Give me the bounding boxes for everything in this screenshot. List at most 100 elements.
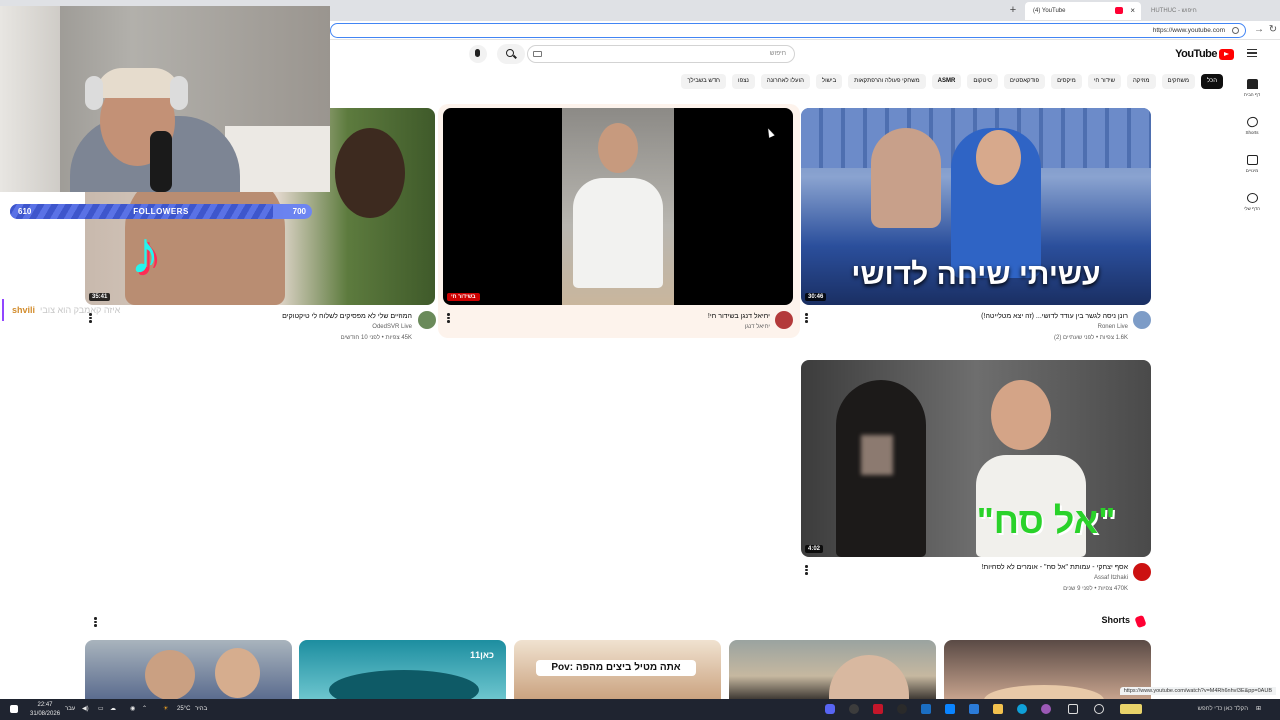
home-icon bbox=[1246, 79, 1258, 89]
app-icon[interactable] bbox=[873, 704, 883, 714]
chat-message: shvili איזה קאמבק הוא צובי bbox=[2, 299, 120, 321]
chip-sitcom[interactable]: סיטקום bbox=[967, 74, 998, 89]
chip-asmr[interactable]: ASMR bbox=[931, 74, 962, 89]
more-options-icon[interactable] bbox=[805, 313, 808, 323]
clock-date: 31/08/2026 bbox=[30, 711, 61, 717]
search-input[interactable]: חיפוש bbox=[527, 45, 795, 63]
channel-name[interactable]: Assaf Itzhaki bbox=[1094, 575, 1128, 581]
chip-watched[interactable]: נצפו bbox=[732, 74, 755, 89]
app-icon[interactable] bbox=[921, 704, 931, 714]
channel-name[interactable]: OdedSVR Live bbox=[372, 324, 412, 330]
chip-podcasts[interactable]: פודקאסטים bbox=[1003, 74, 1046, 89]
chip-all[interactable]: הכל bbox=[1200, 74, 1223, 89]
followers-goal: 700 bbox=[292, 207, 306, 216]
face-shape bbox=[335, 128, 405, 218]
face-shape bbox=[145, 650, 195, 700]
thumbnail-overlay-text: "אל סח" bbox=[976, 500, 1116, 541]
chip-action-adventure[interactable]: משחקי פעולה והרפתקאות bbox=[848, 74, 926, 89]
store-icon[interactable] bbox=[969, 704, 979, 714]
taskbar-search-box[interactable]: הקלד כאן כדי לחפש bbox=[1150, 699, 1248, 720]
clock[interactable]: 22:47 31/08/2026 bbox=[30, 701, 60, 719]
weather-temp[interactable]: 25°C bbox=[177, 699, 190, 720]
chip-live[interactable]: שידור חי bbox=[1087, 74, 1121, 89]
headphone-shape bbox=[170, 76, 188, 110]
short-card[interactable]: כאן11 bbox=[299, 640, 506, 700]
folder-icon[interactable] bbox=[993, 704, 1003, 714]
site-info-icon[interactable] bbox=[1232, 27, 1239, 34]
followers-label: FOLLOWERS bbox=[133, 207, 189, 216]
more-options-icon[interactable] bbox=[94, 617, 97, 627]
url-field[interactable]: https://www.youtube.com bbox=[330, 23, 1246, 38]
channel-avatar[interactable] bbox=[775, 311, 793, 329]
more-options-icon[interactable] bbox=[447, 313, 450, 323]
video-title[interactable]: אסף יצחקי - עמותת "אל סח" - אומרים לא לס… bbox=[982, 564, 1128, 571]
discord-icon[interactable] bbox=[825, 704, 835, 714]
channel-avatar[interactable] bbox=[1133, 563, 1151, 581]
tray-icon[interactable]: ◉ bbox=[130, 699, 135, 720]
back-icon[interactable]: → bbox=[1252, 22, 1266, 38]
channel-avatar[interactable] bbox=[1133, 311, 1151, 329]
app-icon[interactable] bbox=[849, 704, 859, 714]
channel-name[interactable]: Ronen Live bbox=[1098, 324, 1128, 330]
channel-avatar[interactable] bbox=[418, 311, 436, 329]
edge-icon[interactable] bbox=[1017, 704, 1027, 714]
onedrive-icon[interactable]: ☁ bbox=[110, 699, 116, 720]
short-card[interactable]: Pov: אתה מטיל ביצים מהפה bbox=[514, 640, 721, 700]
close-icon[interactable]: × bbox=[1130, 2, 1135, 20]
chip-mixes[interactable]: מיקסים bbox=[1051, 74, 1082, 89]
video-title[interactable]: המוזיים שלי לא מפסיקים לשלוח לי טיקטוקים bbox=[282, 313, 412, 320]
sidebar-item-shorts[interactable]: Shorts bbox=[1234, 115, 1270, 135]
app-icon[interactable] bbox=[1041, 704, 1051, 714]
windows-start-icon[interactable]: ⊞ bbox=[1256, 699, 1261, 720]
chip-recently-uploaded[interactable]: הועלו לאחרונה bbox=[760, 74, 810, 89]
video-duration: 4:02 bbox=[805, 545, 824, 553]
menu-icon[interactable] bbox=[1247, 49, 1257, 57]
notification-icon[interactable] bbox=[10, 705, 18, 713]
short-card[interactable] bbox=[85, 640, 292, 700]
thumbnail-overlay-text: עשיתי שיחה לדושי bbox=[851, 258, 1101, 291]
video-thumbnail[interactable]: עשיתי שיחה לדושי 30:46 bbox=[801, 108, 1151, 305]
window-light bbox=[0, 6, 60, 192]
weather-label[interactable]: בהיר bbox=[195, 699, 207, 720]
task-view-icon[interactable] bbox=[1068, 704, 1078, 714]
more-options-icon[interactable] bbox=[805, 565, 808, 575]
channel-name[interactable]: יחיאל דנגן bbox=[745, 324, 770, 330]
sidebar-item-you[interactable]: הדף שלי bbox=[1234, 193, 1270, 211]
video-title[interactable]: רונן ניסה לגשר בין עודד לדושי... (זה יצא… bbox=[981, 313, 1128, 320]
cortana-icon[interactable] bbox=[1094, 704, 1104, 714]
tab-youtube-label: (4) YouTube bbox=[1033, 8, 1066, 14]
video-thumbnail[interactable]: "אל סח" 4:02 bbox=[801, 360, 1151, 557]
sidebar-item-home[interactable]: דף הבית bbox=[1234, 79, 1270, 97]
new-tab-button[interactable]: + bbox=[1006, 2, 1020, 18]
volume-icon[interactable]: ◀) bbox=[82, 699, 89, 720]
chip-new-to-you[interactable]: חדש בשבילך bbox=[681, 74, 727, 89]
video-thumbnail[interactable]: בשידור חי bbox=[443, 108, 793, 305]
shorts-section-title: Shorts bbox=[1101, 615, 1130, 625]
chip-cooking[interactable]: בישול bbox=[815, 74, 843, 89]
app-icon[interactable] bbox=[945, 704, 955, 714]
blurred-face bbox=[861, 435, 893, 475]
video-meta: 45K צפיות • לפני 10 חודשים bbox=[340, 335, 412, 341]
chevron-up-icon[interactable]: ⌃ bbox=[142, 699, 147, 720]
youtube-logo[interactable]: YouTube bbox=[1175, 47, 1234, 61]
face-shape bbox=[215, 648, 260, 698]
reload-icon[interactable]: ↻ bbox=[1266, 22, 1280, 38]
short-card[interactable] bbox=[729, 640, 936, 700]
chat-username: shvili bbox=[12, 305, 36, 315]
face-shape bbox=[984, 685, 1104, 700]
video-title[interactable]: יחיאל דנגן בשידור חי! bbox=[708, 313, 770, 320]
language-indicator[interactable]: עבר bbox=[65, 699, 75, 720]
network-icon[interactable]: ▭ bbox=[98, 699, 104, 720]
status-bar-url: https://www.youtube.com/watch?v=M4Rh6nhv… bbox=[1119, 687, 1276, 695]
sidebar-item-subscriptions[interactable]: מינויים bbox=[1234, 155, 1270, 173]
chip-gaming[interactable]: משחקים bbox=[1161, 74, 1195, 89]
tab-youtube[interactable]: (4) YouTube × bbox=[1025, 2, 1141, 20]
chip-music[interactable]: מוזיקה bbox=[1127, 74, 1156, 89]
search-button[interactable] bbox=[497, 44, 525, 64]
tab-search[interactable]: HUTHUC - חיפוש bbox=[1143, 2, 1243, 20]
live-badge: בשידור חי bbox=[447, 293, 480, 301]
github-icon[interactable] bbox=[897, 704, 907, 714]
keyboard-icon[interactable] bbox=[533, 51, 542, 57]
voice-search-icon[interactable] bbox=[469, 45, 487, 63]
chat-text: איזה קאמבק הוא צובי bbox=[40, 305, 121, 315]
